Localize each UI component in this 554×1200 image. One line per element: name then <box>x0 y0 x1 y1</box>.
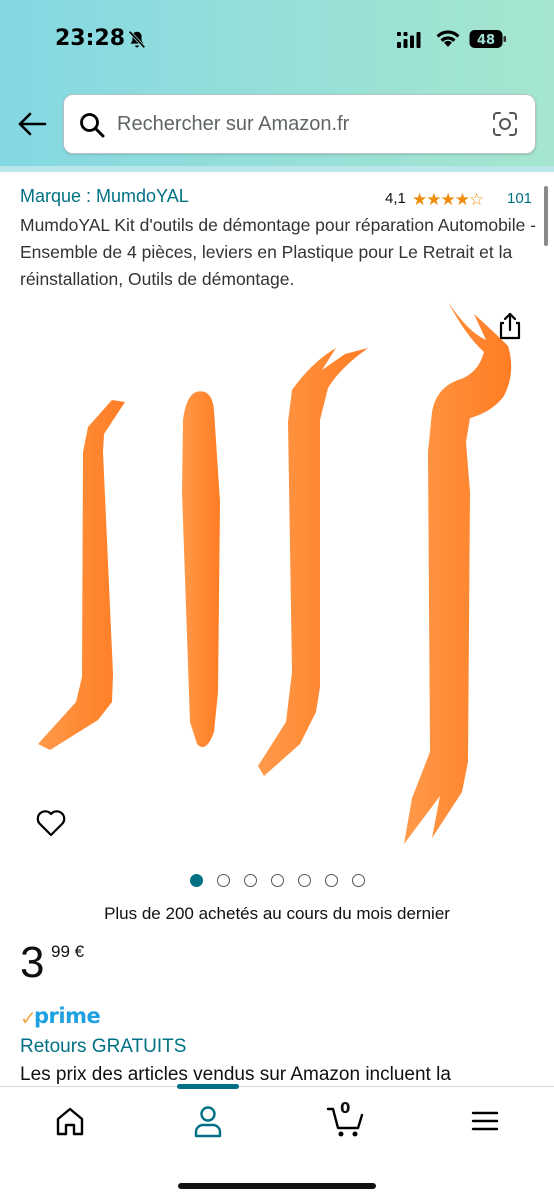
rating-value: 4,1 <box>385 190 406 207</box>
cart-button[interactable]: 0 <box>326 1099 366 1139</box>
carousel-dot[interactable] <box>352 874 365 887</box>
carousel-dot[interactable] <box>325 874 338 887</box>
status-bar: 23:28 48 <box>0 26 554 56</box>
pry-tool-2 <box>182 391 220 748</box>
rating-summary[interactable]: 4,1 ★★★★☆ 101 <box>385 189 535 210</box>
price-whole: 3 <box>20 938 45 987</box>
carousel-dot[interactable] <box>244 874 257 887</box>
search-icon <box>80 113 105 138</box>
share-icon[interactable] <box>495 311 525 341</box>
active-tab-indicator <box>177 1084 239 1089</box>
cart-count: 0 <box>340 1099 351 1117</box>
home-indicator <box>178 1183 376 1189</box>
pry-tool-3 <box>258 348 368 776</box>
carousel-dot[interactable] <box>217 874 230 887</box>
brand-link[interactable]: Marque : MumdoYAL <box>20 186 189 207</box>
search-input[interactable]: Rechercher sur Amazon.fr <box>117 113 349 136</box>
bell-muted-icon <box>128 30 146 49</box>
purchase-count: Plus de 200 achetés au cours du mois der… <box>104 904 450 923</box>
product-title: MumdoYAL Kit d'outils de démontage pour … <box>20 215 537 289</box>
carousel-dot[interactable] <box>298 874 311 887</box>
heart-icon[interactable] <box>35 808 67 838</box>
signal-icon <box>397 32 421 48</box>
account-icon[interactable] <box>188 1103 228 1139</box>
free-returns-link[interactable]: Retours GRATUITS <box>20 1036 186 1058</box>
wifi-icon <box>436 30 460 47</box>
home-icon[interactable] <box>50 1103 90 1139</box>
carousel-dot[interactable] <box>271 874 284 887</box>
star-rating-icon: ★★★★☆ <box>412 190 484 210</box>
search-bar[interactable]: Rechercher sur Amazon.fr <box>63 94 536 154</box>
scrollbar <box>544 186 548 246</box>
arrow-left-icon[interactable] <box>16 110 48 138</box>
bottom-nav: 0 <box>0 1084 554 1200</box>
battery-level: 48 <box>477 33 495 48</box>
price-legal-text: Les prix des articles vendus sur Amazon … <box>20 1064 451 1085</box>
product-image[interactable] <box>0 292 554 852</box>
pry-tool-4 <box>404 302 512 844</box>
menu-icon[interactable] <box>465 1103 505 1139</box>
prime-label: prime <box>34 1004 101 1028</box>
header-divider <box>0 166 554 172</box>
pry-tool-1 <box>38 400 125 750</box>
camera-scan-icon[interactable] <box>491 110 519 138</box>
header: 23:28 48 Rechercher sur Amazon.fr <box>0 0 554 166</box>
carousel-dot[interactable] <box>190 874 203 887</box>
image-carousel-dots[interactable] <box>190 874 370 890</box>
battery-icon: 48 <box>469 29 507 49</box>
status-time: 23:28 <box>55 26 126 51</box>
price-fraction: 99 € <box>51 942 85 961</box>
rating-count[interactable]: 101 <box>507 190 532 207</box>
